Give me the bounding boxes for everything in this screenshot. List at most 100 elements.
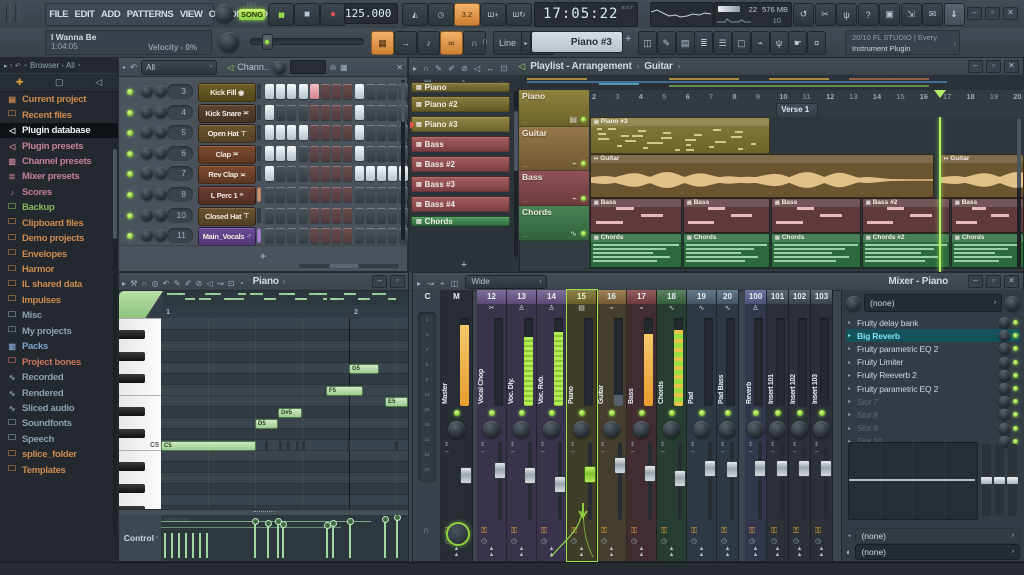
fx-slot-1[interactable]: ▸Fruity delay bank	[846, 316, 1020, 329]
strip-number[interactable]: 13	[507, 290, 536, 304]
strip-pan-knob[interactable]	[573, 421, 590, 438]
strip-pan-knob[interactable]	[747, 421, 764, 438]
typing-keyboard-record-button[interactable]: Ш+	[480, 3, 506, 26]
fader-handle[interactable]	[524, 467, 536, 484]
rack-scrollbar[interactable]	[401, 80, 405, 240]
strip-led[interactable]	[489, 410, 495, 416]
fader-handle[interactable]	[584, 466, 596, 483]
clip-chords[interactable]: ▤Chords	[951, 233, 1024, 268]
step-button[interactable]	[310, 228, 319, 243]
browser-item-plugin-presets[interactable]: ◁Plugin presets	[0, 138, 118, 153]
velocity-stem[interactable]	[164, 533, 166, 558]
step-button[interactable]	[299, 125, 308, 140]
step-button[interactable]	[366, 125, 375, 140]
minimize-button[interactable]: –	[372, 275, 387, 288]
channel-rack-window-button[interactable]: ▤	[676, 31, 695, 55]
clip-bass[interactable]: ▤Bass	[951, 198, 1024, 233]
strip-fader[interactable]	[618, 442, 622, 520]
channel-volume-knob[interactable]	[155, 167, 167, 179]
fader-handle[interactable]	[776, 460, 788, 477]
mixer-layout-selector[interactable]: Wide›	[465, 275, 547, 289]
clip-guitar[interactable]: ↦Guitar	[940, 154, 1024, 198]
step-button[interactable]	[321, 84, 330, 99]
mixer-strip-master[interactable]: MMaster⇕⇔⚿◷▲▲	[441, 290, 473, 561]
step-button[interactable]	[321, 146, 330, 161]
menu-item-add[interactable]: ADD	[98, 9, 124, 20]
track-options[interactable]: ...	[522, 118, 528, 125]
black-key[interactable]	[119, 374, 145, 383]
step-button[interactable]	[388, 228, 397, 243]
files-tab-icon[interactable]: ▢	[55, 77, 64, 88]
black-key[interactable]	[119, 462, 145, 471]
add-channel-button[interactable]: +	[259, 249, 266, 263]
strip-fader[interactable]	[758, 442, 762, 520]
step-button[interactable]	[287, 125, 296, 140]
strip-fader[interactable]	[498, 442, 502, 520]
strip-fader[interactable]	[678, 442, 682, 520]
track-lane-guitar[interactable]: ↦Guitar↦Guitar	[589, 154, 1024, 199]
strip-led[interactable]	[519, 410, 525, 416]
step-button[interactable]	[388, 105, 397, 120]
step-button[interactable]	[287, 187, 296, 202]
master-knob[interactable]	[215, 4, 234, 23]
fx-enable-led[interactable]	[1013, 360, 1018, 365]
browser-item-clipboard-files[interactable]: 🗀Clipboard files	[0, 216, 118, 231]
browser-item-splice-folder[interactable]: 🗀splice_folder	[0, 447, 118, 462]
plugin-picker-button[interactable]: ▢	[732, 31, 751, 55]
step-button[interactable]	[321, 166, 330, 181]
feedback-button[interactable]: ✉	[922, 3, 943, 26]
step-button[interactable]	[321, 187, 330, 202]
strip-pan-knob[interactable]	[693, 421, 710, 438]
strip-number[interactable]: M	[441, 290, 472, 304]
route-arrows[interactable]: ▲▲	[549, 546, 555, 558]
browser-header-buttons[interactable]: ▸ ↑ ↶ ◔	[4, 63, 27, 70]
stop-button[interactable]: ■	[294, 3, 320, 26]
plugin-button[interactable]: ⌁	[751, 31, 770, 55]
route-arrows[interactable]: ▲▲	[609, 546, 615, 558]
black-key[interactable]	[119, 407, 145, 416]
fx-slot-3[interactable]: ▸Fruity parametric EQ 2	[846, 342, 1020, 355]
mixer-strip-insert-101[interactable]: 101Insert 101⇕⇔⚿◷▲▲	[767, 290, 789, 561]
step-button[interactable]	[287, 84, 296, 99]
strip-led[interactable]	[797, 410, 803, 416]
fader-handle[interactable]	[644, 465, 656, 482]
fx-slot-2[interactable]: ▸Big Reverb	[846, 329, 1020, 342]
channel-volume-knob[interactable]	[155, 85, 167, 97]
channel-enable-led[interactable]	[127, 171, 133, 177]
main-pitch-slider[interactable]	[250, 38, 362, 45]
browser-item-backup[interactable]: 🗀Backup	[0, 200, 118, 215]
step-button[interactable]	[377, 208, 386, 223]
step-button[interactable]	[332, 187, 341, 202]
fx-mix-knob[interactable]	[999, 383, 1010, 394]
step-button[interactable]	[377, 84, 386, 99]
strip-led[interactable]	[579, 410, 585, 416]
velocity-handle[interactable]	[394, 515, 401, 521]
track-header-guitar[interactable]: Guitar...⌁	[519, 127, 589, 171]
close-button[interactable]: ✕	[1004, 275, 1019, 288]
piano-roll-toolbar-icons[interactable]: ▸ ⚒ ∩ ◎ ↶ ✎ ✐ ⊘ ◁ ↝ ⊡ ◔	[122, 273, 245, 291]
track-header-chords[interactable]: Chords...∿	[519, 206, 589, 241]
minimize-button[interactable]: –	[968, 60, 983, 73]
fader-handle[interactable]	[726, 461, 738, 478]
plugins-tab-icon[interactable]: ◁	[95, 77, 102, 88]
bpm-display[interactable]: 125.000	[344, 3, 398, 24]
strip-led[interactable]	[549, 410, 555, 416]
mixer-strip-insert-102[interactable]: 102Insert 102⇕⇔⚿◷▲▲	[789, 290, 811, 561]
track-header-bass[interactable]: Bass...⌁	[519, 171, 589, 206]
step-button[interactable]	[366, 105, 375, 120]
step-button[interactable]	[343, 208, 352, 223]
velocity-handle[interactable]	[265, 520, 272, 527]
strip-led[interactable]	[775, 410, 781, 416]
cut-button[interactable]: ✂	[815, 3, 836, 26]
time-source-field[interactable]: (none)›	[855, 528, 1020, 544]
strip-fader[interactable]	[558, 442, 562, 520]
velocity-handle[interactable]	[382, 516, 389, 523]
piano-keyboard[interactable]: C5	[119, 318, 161, 509]
fx-enable-led[interactable]	[1013, 373, 1018, 378]
mixer-strip-insert-103[interactable]: 103Insert 103⇕⇔⚿◷▲▲	[811, 290, 833, 561]
browser-item-scores[interactable]: ♪Scores	[0, 185, 118, 200]
picker-pattern-chords[interactable]: ▤Chords	[411, 216, 510, 226]
picker-pattern-piano-3[interactable]: ▤Piano #3	[411, 116, 510, 132]
velocity-handle[interactable]	[347, 518, 354, 525]
step-edit-toggle[interactable]: ▦	[371, 31, 394, 55]
